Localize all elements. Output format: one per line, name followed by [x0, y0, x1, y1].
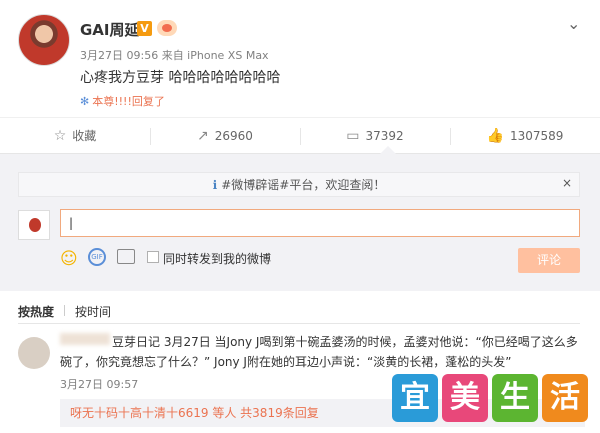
- comment-button[interactable]: ▭ 37392: [300, 118, 450, 155]
- close-icon[interactable]: ×: [562, 176, 572, 190]
- emoji-icon[interactable]: ☺: [60, 249, 78, 269]
- watermark-char: 活: [542, 374, 588, 422]
- tab-divider: [64, 305, 65, 316]
- repost-checkbox[interactable]: [147, 251, 159, 263]
- tabs-divider: [18, 323, 580, 324]
- submit-comment-button[interactable]: 评论: [518, 248, 580, 273]
- watermark-char: 宜: [392, 374, 438, 422]
- snowflake-icon: ✻: [80, 95, 90, 108]
- commenter-avatar[interactable]: [18, 337, 50, 369]
- watermark-char: 美: [442, 374, 488, 422]
- comment-body: 豆芽日记 3月27日 当Jony J喝到第十碗孟婆汤的时候，孟婆对他说：“你已经…: [60, 335, 578, 369]
- share-icon: ↗: [197, 128, 209, 144]
- tab-sort-time[interactable]: 按时间: [75, 303, 111, 320]
- info-icon: ℹ: [212, 178, 218, 192]
- like-button[interactable]: 👍 1307589: [450, 118, 600, 155]
- gif-icon[interactable]: GIF: [88, 248, 106, 266]
- notice-text: #微博辟谣#平台，欢迎查阅！: [221, 178, 386, 192]
- post-meta: 3月27日 09:56 来自 iPhone XS Max: [80, 49, 269, 62]
- my-avatar: [18, 210, 50, 240]
- author-replied-label: 本尊!!!!回复了: [92, 95, 165, 108]
- fan-badge-icon: [157, 20, 177, 36]
- author-name[interactable]: GAI周延: [80, 19, 140, 40]
- watermark-logo: 宜 美 生 活: [392, 374, 592, 424]
- star-icon: ☆: [53, 128, 67, 144]
- repost-count: 26960: [214, 129, 253, 143]
- repost-button[interactable]: ↗ 26960: [150, 118, 300, 155]
- tab-sort-hot[interactable]: 按热度: [18, 303, 54, 320]
- verified-badge-icon: V: [137, 21, 152, 36]
- comment-icon: ▭: [346, 128, 360, 144]
- chevron-down-icon[interactable]: ⌄: [567, 14, 580, 33]
- like-count: 1307589: [509, 129, 564, 143]
- comment-count: 37392: [365, 129, 404, 143]
- favorite-button[interactable]: ☆ 收藏: [0, 118, 150, 155]
- author-replied-tag[interactable]: ✻ 本尊!!!!回复了: [80, 93, 165, 109]
- action-bar: ☆ 收藏 ↗ 26960 ▭ 37392 👍 1307589: [0, 117, 600, 154]
- post-text: 心疼我方豆芽 哈哈哈哈哈哈哈哈: [80, 70, 281, 86]
- comment-time: 3月27日 09:57: [60, 378, 139, 391]
- repost-checkbox-label: 同时转发到我的微博: [163, 252, 272, 266]
- favorite-label: 收藏: [72, 129, 97, 143]
- comment-input[interactable]: |: [60, 209, 580, 237]
- comment-pointer: [380, 146, 396, 154]
- watermark-char: 生: [492, 374, 538, 422]
- image-icon[interactable]: [117, 249, 135, 264]
- comment-text: 豆芽日记 3月27日 当Jony J喝到第十碗孟婆汤的时候，孟婆对他说：“你已经…: [60, 332, 585, 372]
- rumor-notice[interactable]: ℹ #微博辟谣#平台，欢迎查阅！: [18, 172, 580, 197]
- author-avatar[interactable]: [18, 14, 70, 66]
- like-icon: 👍: [486, 128, 504, 144]
